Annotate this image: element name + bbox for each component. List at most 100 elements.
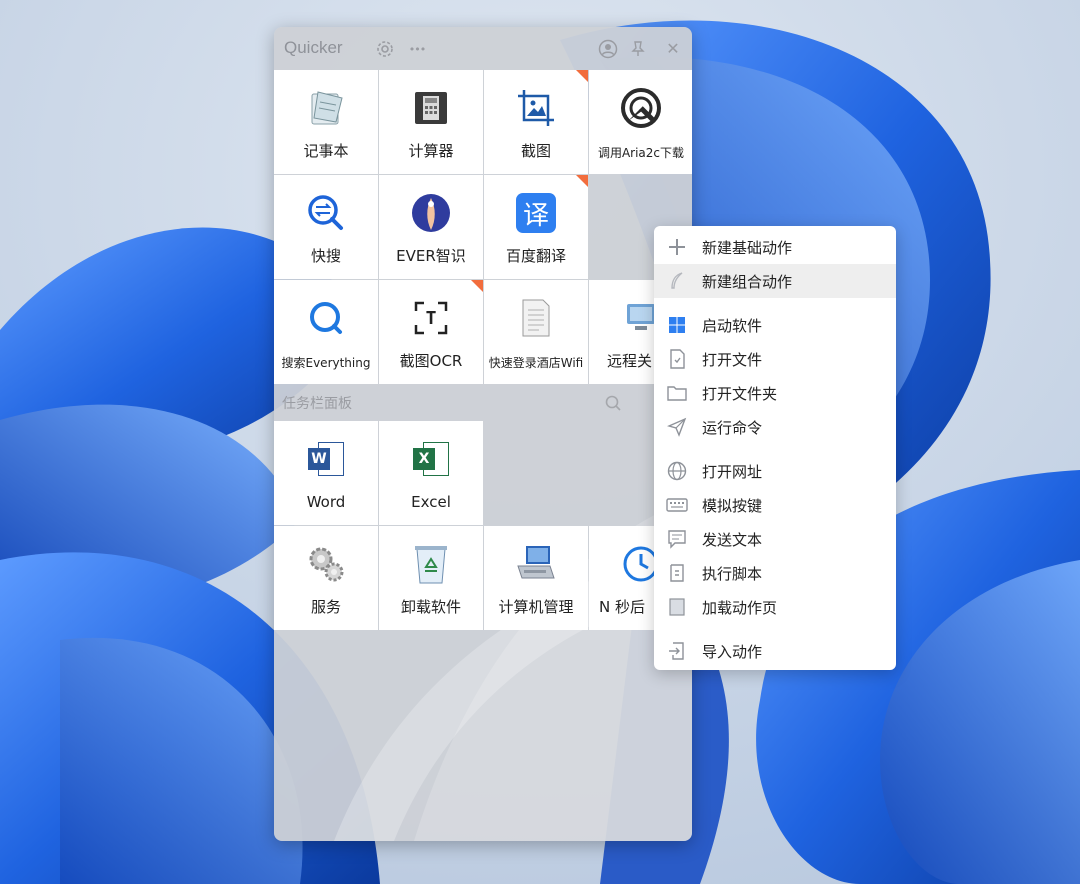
computer-management-icon <box>514 542 558 586</box>
services-gear-icon <box>304 542 348 586</box>
menu-separator <box>654 298 896 308</box>
action-label: 远程关 <box>607 352 653 370</box>
notepad-icon <box>304 86 348 130</box>
action-label: Word <box>306 493 346 511</box>
action-services[interactable]: 服务 <box>274 526 378 630</box>
action-badge <box>576 175 588 187</box>
menu-item-run-command[interactable]: 运行命令 <box>654 410 896 444</box>
menu-item-launch-app[interactable]: 启动软件 <box>654 308 896 342</box>
menu-item-label: 加载动作页 <box>702 598 778 617</box>
message-icon <box>666 528 688 550</box>
menu-item-label: 新建组合动作 <box>702 272 793 291</box>
action-grid: 记事本 计算器 截图 调用Aria2c下载 快搜 EVER智识 译 百度翻译 搜… <box>274 70 692 384</box>
action-badge <box>576 70 588 82</box>
ocr-glyph: T <box>425 307 437 329</box>
menu-item-open-url[interactable]: 打开网址 <box>654 454 896 488</box>
taskbar-grid: W Word X Excel 服务 卸载软件 计算机管理 N 秒后 <box>274 421 692 633</box>
send-icon <box>666 416 688 438</box>
section-title: 任务栏面板 <box>282 396 352 412</box>
action-screenshot[interactable]: 截图 <box>484 70 588 174</box>
action-calculator[interactable]: 计算器 <box>379 70 483 174</box>
menu-item-open-folder[interactable]: 打开文件夹 <box>654 376 896 410</box>
ocr-frame: T <box>414 301 448 335</box>
file-icon <box>666 348 688 370</box>
ever-icon <box>409 191 453 235</box>
action-label: N 秒后 <box>599 598 645 616</box>
action-label: Excel <box>411 493 451 511</box>
import-icon <box>666 640 688 662</box>
action-label: 调用Aria2c下载 <box>597 146 685 160</box>
excel-glyph: X <box>413 448 435 470</box>
action-label: 截图OCR <box>399 352 463 370</box>
taskbar-panel-header[interactable]: 任务栏面板 <box>274 386 692 420</box>
context-menu: 新建基础动作 新建组合动作 启动软件 打开文件 打开文件夹 运行命令 打开网址 … <box>654 226 896 670</box>
gear-icon[interactable] <box>374 38 396 60</box>
keyboard-icon <box>666 494 688 516</box>
menu-item-label: 运行命令 <box>702 418 763 437</box>
action-quick-search[interactable]: 快搜 <box>274 175 378 279</box>
menu-item-load-action-page[interactable]: 加载动作页 <box>654 590 896 624</box>
action-baidu-translate[interactable]: 译 百度翻译 <box>484 175 588 279</box>
action-ever[interactable]: EVER智识 <box>379 175 483 279</box>
quicker-panel: Quicker ••• ✕ 记事本 计算器 截图 调用Aria2c下载 快搜 E… <box>274 27 692 841</box>
action-aria2c-download[interactable]: 调用Aria2c下载 <box>589 70 692 174</box>
excel-logo: X <box>411 440 451 478</box>
action-ocr[interactable]: T 截图OCR <box>379 280 483 384</box>
action-hotel-wifi[interactable]: 快速登录酒店Wifi <box>484 280 588 384</box>
menu-item-run-script[interactable]: 执行脚本 <box>654 556 896 590</box>
more-icon[interactable]: ••• <box>406 38 428 60</box>
profile-icon[interactable] <box>597 38 619 60</box>
page-icon <box>666 596 688 618</box>
screenshot-icon <box>514 86 558 130</box>
app-title: Quicker <box>284 38 343 57</box>
action-label: 计算机管理 <box>498 598 574 616</box>
menu-item-import-action[interactable]: 导入动作 <box>654 634 896 668</box>
everything-search-icon <box>304 296 348 340</box>
feather-icon <box>666 270 688 292</box>
action-label: 百度翻译 <box>505 247 566 265</box>
title-bar[interactable]: Quicker ••• ✕ <box>274 27 692 69</box>
folder-icon <box>666 382 688 404</box>
menu-item-label: 新建基础动作 <box>702 238 793 257</box>
action-uninstall[interactable]: 卸载软件 <box>379 526 483 630</box>
excel-icon: X <box>409 437 453 481</box>
script-icon <box>666 562 688 584</box>
menu-item-new-basic-action[interactable]: 新建基础动作 <box>654 230 896 264</box>
menu-item-new-combo-action[interactable]: 新建组合动作 <box>654 264 896 298</box>
word-glyph: W <box>308 448 330 470</box>
menu-item-label: 导入动作 <box>702 642 763 661</box>
menu-item-label: 打开文件夹 <box>702 384 778 403</box>
action-label: 搜索Everything <box>281 356 371 370</box>
calculator-icon <box>409 86 453 130</box>
baidu-translate-icon: 译 <box>514 191 558 235</box>
translate-glyph: 译 <box>516 193 556 233</box>
quick-search-icon <box>304 191 348 235</box>
action-label: 服务 <box>310 598 341 616</box>
action-word[interactable]: W Word <box>274 421 378 525</box>
action-label: 计算器 <box>408 142 454 160</box>
action-badge <box>471 280 483 292</box>
close-icon[interactable]: ✕ <box>662 38 684 60</box>
menu-separator <box>654 444 896 454</box>
action-notepad[interactable]: 记事本 <box>274 70 378 174</box>
action-label: 卸载软件 <box>400 598 461 616</box>
word-logo: W <box>306 440 346 478</box>
menu-item-label: 发送文本 <box>702 530 763 549</box>
action-label: EVER智识 <box>396 247 466 265</box>
action-excel[interactable]: X Excel <box>379 421 483 525</box>
menu-item-simulate-keys[interactable]: 模拟按键 <box>654 488 896 522</box>
action-computer-management[interactable]: 计算机管理 <box>484 526 588 630</box>
menu-item-send-text[interactable]: 发送文本 <box>654 522 896 556</box>
menu-item-open-file[interactable]: 打开文件 <box>654 342 896 376</box>
menu-item-label: 模拟按键 <box>702 496 763 515</box>
document-icon <box>514 296 558 340</box>
action-everything-search[interactable]: 搜索Everything <box>274 280 378 384</box>
menu-item-label: 打开网址 <box>702 462 763 481</box>
pin-icon[interactable] <box>627 38 649 60</box>
plus-icon <box>666 236 688 258</box>
menu-item-label: 启动软件 <box>702 316 763 335</box>
search-icon[interactable] <box>604 394 622 412</box>
windows-icon <box>666 314 688 336</box>
globe-icon <box>666 460 688 482</box>
action-label: 快搜 <box>310 247 341 265</box>
